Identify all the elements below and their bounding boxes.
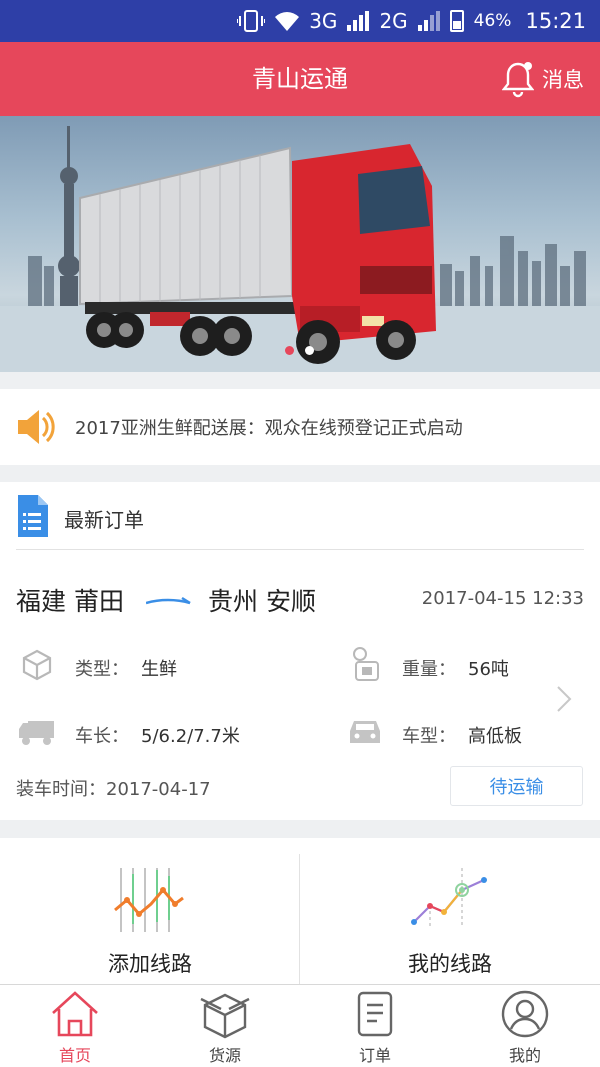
signal-icon-1 [347,11,370,31]
load-time: 装车时间：2017-04-17 [16,779,211,800]
carousel-dot-1[interactable] [285,346,294,355]
section-title: 最新订单 [64,508,144,532]
status-bar: 3G 2G 46% 15:21 [0,0,600,42]
tab-home-label: 首页 [58,1046,91,1065]
messages-button[interactable]: 消息 [502,42,584,116]
bottom-tab-bar: 首页 货源 订单 我的 [0,984,600,1067]
my-routes-button[interactable]: 我的线路 [300,838,600,984]
my-routes-icon [411,868,487,926]
latest-orders-card[interactable]: 最新订单 福建 莆田 贵州 安顺 2017-04-15 12:33 类型： 生鲜… [0,482,600,820]
news-text: 2017亚洲生鲜配送展：观众在线预登记正式启动 [75,418,463,439]
tab-mine[interactable]: 我的 [450,985,600,1067]
wifi-icon [275,12,300,31]
route-arrow-icon [146,596,191,605]
vibrate-icon [237,10,266,32]
length-label: 车长： [75,726,129,747]
tab-goods-label: 货源 [208,1046,241,1065]
network-type-2: 2G [379,9,408,33]
network-type-1: 3G [309,9,338,33]
route-origin: 福建 莆田 [16,587,124,616]
type-value: 生鲜 [141,659,177,680]
app-header: 青山运通 消息 [0,42,600,116]
weight-label: 重量： [402,659,456,680]
quick-actions: 添加线路 我的线路 [0,838,600,984]
tab-mine-label: 我的 [508,1046,541,1065]
messages-label: 消息 [542,68,584,92]
banner-image [0,126,600,372]
scale-icon [353,647,379,681]
truck-icon [19,721,54,745]
weight-value: 56吨 [468,659,509,680]
tab-orders[interactable]: 订单 [300,985,450,1067]
user-icon [501,990,549,1038]
battery-icon [449,10,464,32]
battery-percent: 46% [473,11,512,31]
vehicle-value: 高低板 [468,726,522,747]
home-icon [52,991,98,1037]
signal-icon-2 [417,11,440,31]
package-icon [200,993,250,1039]
clock: 15:21 [525,9,586,33]
news-ticker[interactable]: 2017亚洲生鲜配送展：观众在线预登记正式启动 [0,389,600,465]
carousel-dot-2[interactable] [305,346,314,355]
tab-orders-label: 订单 [358,1046,391,1065]
type-label: 类型： [75,659,129,680]
my-routes-label: 我的线路 [408,952,492,976]
length-value: 5/6.2/7.7米 [141,726,240,747]
tab-home[interactable]: 首页 [0,985,150,1067]
chevron-right-icon[interactable] [556,685,572,713]
add-route-icon [114,868,184,932]
add-route-button[interactable]: 添加线路 [0,838,300,984]
order-datetime: 2017-04-15 12:33 [421,588,584,609]
speaker-icon [18,410,55,444]
bell-icon [502,62,534,98]
box-icon [22,649,52,681]
car-icon [350,721,380,743]
vehicle-label: 车型： [402,726,456,747]
tab-goods[interactable]: 货源 [150,985,300,1067]
route-destination: 贵州 安顺 [208,587,316,616]
document-icon [18,495,48,537]
order-list-icon [357,991,393,1037]
banner-carousel[interactable] [0,116,600,372]
divider [16,549,584,550]
add-route-label: 添加线路 [108,952,192,976]
order-status-button[interactable]: 待运输 [450,766,583,806]
